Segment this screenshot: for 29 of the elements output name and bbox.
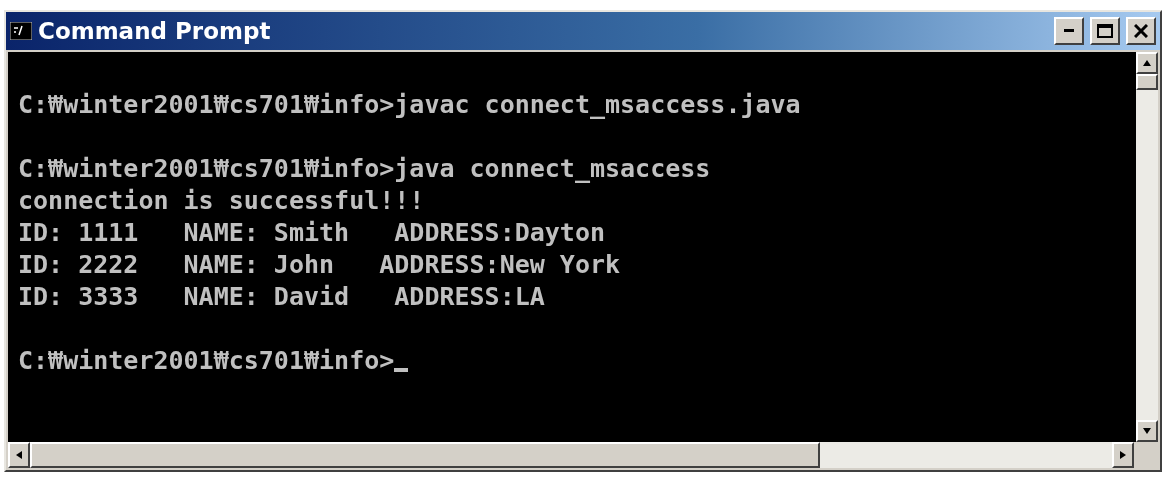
console-line: C:₩winter2001₩cs701₩info> bbox=[18, 345, 395, 377]
down-arrow-icon bbox=[1142, 427, 1152, 435]
horizontal-scrollbar[interactable] bbox=[8, 442, 1158, 468]
console-line: ID: 1111 NAME: Smith ADDRESS:Dayton bbox=[18, 217, 605, 249]
scroll-left-button[interactable] bbox=[8, 442, 30, 468]
up-arrow-icon bbox=[1142, 59, 1152, 67]
close-icon bbox=[1134, 24, 1148, 38]
close-button[interactable] bbox=[1126, 17, 1156, 45]
scroll-down-button[interactable] bbox=[1136, 420, 1158, 442]
scroll-up-button[interactable] bbox=[1136, 52, 1158, 74]
scroll-thumb[interactable] bbox=[30, 442, 820, 468]
console-icon bbox=[10, 22, 32, 40]
console-line: C:₩winter2001₩cs701₩info>java connect_msaccess bbox=[18, 153, 711, 185]
maximize-button[interactable] bbox=[1090, 17, 1120, 45]
window-title: Command Prompt bbox=[38, 18, 272, 44]
minimize-icon bbox=[1064, 29, 1074, 33]
left-arrow-icon bbox=[15, 450, 23, 460]
right-arrow-icon bbox=[1119, 450, 1127, 460]
scroll-right-button[interactable] bbox=[1112, 442, 1134, 468]
console-line: C:₩winter2001₩cs701₩info>javac connect_msaccess.java bbox=[18, 89, 801, 121]
vertical-scrollbar[interactable] bbox=[1136, 52, 1158, 442]
console-line: connection is successful!!! bbox=[18, 185, 425, 217]
console-line: ID: 3333 NAME: David ADDRESS:LA bbox=[18, 281, 545, 313]
maximize-icon bbox=[1097, 24, 1113, 38]
text-cursor bbox=[394, 368, 409, 372]
resize-grip[interactable] bbox=[1134, 442, 1158, 468]
console-line: ID: 2222 NAME: John ADDRESS:New York bbox=[18, 249, 621, 281]
scroll-thumb[interactable] bbox=[1136, 74, 1158, 90]
minimize-button[interactable] bbox=[1054, 17, 1084, 45]
